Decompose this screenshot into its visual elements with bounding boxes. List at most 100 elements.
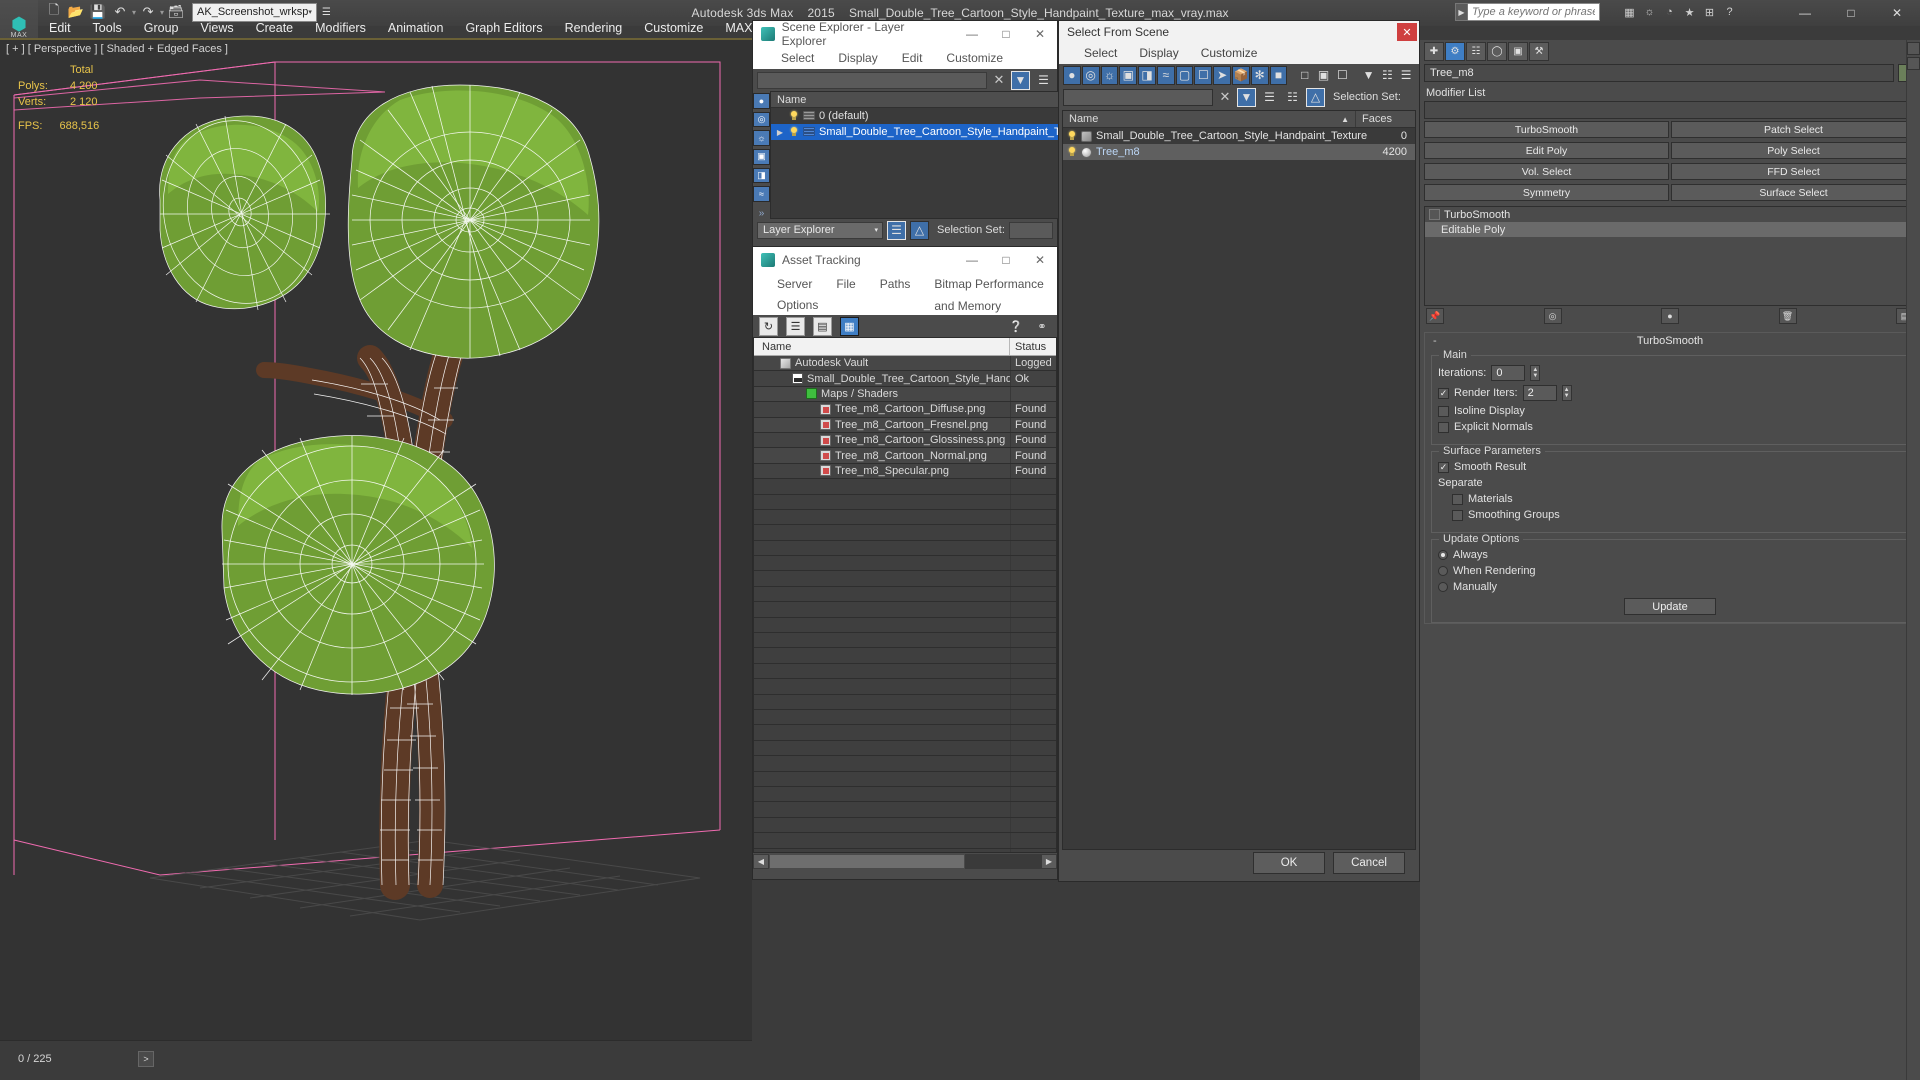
groups-filter-icon[interactable]: ▢ [1175,65,1194,85]
stack-item-editable-poly[interactable]: Editable Poly [1425,222,1915,237]
lightbulb-icon[interactable] [789,126,799,138]
layers-mode-icon[interactable]: ☷ [1283,87,1302,107]
materials-checkbox[interactable] [1452,493,1463,505]
layers-icon[interactable]: ☰ [1260,87,1279,107]
asset-row-empty[interactable] [754,786,1056,803]
layer-row-default[interactable]: 0 (default) [771,108,1090,124]
geometry-filter-icon[interactable]: ● [1063,65,1081,85]
layers-icon[interactable]: ☰ [1034,70,1053,90]
menu-create[interactable]: Create [245,19,305,38]
particle-filter-icon[interactable]: ✻ [1250,65,1269,85]
asset-row-empty[interactable] [754,756,1056,772]
asset-row-empty[interactable] [754,540,1056,557]
asset-row-empty[interactable] [754,663,1056,680]
helpers-filter-icon[interactable]: ◨ [1138,65,1156,85]
asset-row-empty[interactable] [754,817,1056,834]
menu-group[interactable]: Group [133,19,190,38]
scene-explorer-minimize-button[interactable]: — [955,21,989,47]
cameras-filter-icon[interactable]: ▣ [1119,65,1138,85]
asset-row-empty[interactable] [754,833,1056,849]
scroll-right-icon[interactable]: ▶ [1041,853,1057,869]
render-iters-spinner-arrows[interactable]: ▲ ▼ [1561,385,1572,401]
asset-tracking-maximize-button[interactable]: □ [989,247,1023,273]
show-end-result-toggle-icon[interactable] [1429,209,1440,220]
sfs-menu-select[interactable]: Select [1073,43,1128,64]
redo-dropdown-icon[interactable]: ▾ [160,8,164,17]
containers-filter-icon[interactable]: 📦 [1232,65,1250,85]
asset-row-empty[interactable] [754,740,1056,757]
explicit-normals-checkbox[interactable] [1438,421,1449,433]
sfs-object-row-group[interactable]: Small_Double_Tree_Cartoon_Style_Handpain… [1063,128,1415,144]
qat-overflow-icon[interactable]: ☰ [322,7,331,18]
layer-row-selected[interactable]: ▶ Small_Double_Tree_Cartoon_Style_Handpa… [771,124,1091,140]
asset-row[interactable]: Tree_m8_Cartoon_Normal.png Found [754,448,1056,464]
lightbulb-icon[interactable] [1067,130,1077,142]
asset-row[interactable]: Autodesk Vault Logged [754,356,1056,372]
scene-explorer-title-bar[interactable]: Scene Explorer - Layer Explorer — □ ✕ [753,20,1057,48]
smooth-result-checkbox[interactable]: ✓ [1438,461,1449,473]
selection-set-input[interactable] [1008,221,1053,239]
sort-filter-icon[interactable]: ▼ [1359,65,1378,85]
expand-all-icon[interactable]: ☷ [1378,65,1397,85]
close-icon[interactable]: ✕ [991,72,1007,88]
cameras-filter-icon[interactable]: ▣ [753,149,770,165]
motion-tab[interactable]: ◯ [1487,41,1507,61]
asset-row[interactable]: Maps / Shaders [754,386,1056,403]
scene-explorer-close-button[interactable]: ✕ [1023,21,1057,47]
scroll-panel-icon[interactable] [1907,57,1920,70]
sfs-menu-display[interactable]: Display [1128,43,1189,64]
asset-menu-server[interactable]: Server [765,273,824,295]
sfs-menu-customize[interactable]: Customize [1190,43,1269,64]
chevron-right-icon[interactable]: ▶ [775,128,785,137]
more-filters-icon[interactable]: » [759,208,765,219]
modifier-surface-select-button[interactable]: Surface Select [1671,184,1916,201]
show-end-result-icon[interactable]: ◎ [1543,308,1562,324]
utilities-tab[interactable]: ⚒ [1529,41,1549,61]
spacewarps-filter-icon[interactable]: ≈ [753,186,770,203]
remove-modifier-icon[interactable]: 🗑 [1778,308,1797,324]
sfs-column-faces[interactable]: Faces [1355,111,1415,127]
display-tab[interactable]: ▣ [1508,41,1528,61]
menu-tools[interactable]: Tools [82,19,133,38]
asset-tracking-minimize-button[interactable]: — [955,247,989,273]
menu-rendering[interactable]: Rendering [554,19,634,38]
refresh-icon[interactable]: ↻ [759,316,778,336]
asset-row[interactable]: Small_Double_Tree_Cartoon_Style_Handpain… [754,371,1056,387]
layers-mode-icon[interactable]: ☰ [887,220,906,240]
asset-row-empty[interactable] [754,633,1056,649]
asset-row-empty[interactable] [754,709,1056,726]
asset-row-empty[interactable] [754,802,1056,818]
asset-menu-bitmap-performance[interactable]: Bitmap Performance and Memory [922,273,1057,313]
grid-view-icon[interactable]: ▦ [840,316,859,336]
asset-row[interactable]: Tree_m8_Specular.png Found [754,463,1056,480]
menu-edit[interactable]: Edit [38,19,82,38]
modifier-edit-poly-button[interactable]: Edit Poly [1424,142,1669,159]
asset-horizontal-scrollbar[interactable]: ◀ ▶ [753,853,1057,869]
scene-explorer-menu-select[interactable]: Select [769,47,826,69]
asset-row-empty[interactable] [754,648,1056,664]
iterations-spinner[interactable]: 0 [1491,365,1526,381]
helpers-filter-icon[interactable]: ◨ [753,167,770,184]
asset-row-empty[interactable] [754,494,1056,510]
lightbulb-icon[interactable] [789,110,799,122]
hierarchy-icon[interactable]: △ [1306,87,1325,107]
menu-graph-editors[interactable]: Graph Editors [454,19,553,38]
modifier-patch-select-button[interactable]: Patch Select [1671,121,1916,138]
iterations-spinner-arrows[interactable]: ▲ ▼ [1530,365,1541,381]
pan-panel-icon[interactable] [1907,42,1920,55]
invert-filter-icon[interactable]: ▣ [1314,65,1333,85]
asset-menu-paths[interactable]: Paths [868,273,923,295]
lights-filter-icon[interactable]: ☼ [753,130,770,147]
asset-tracking-window[interactable]: Asset Tracking — □ ✕ Server File Paths B… [752,246,1058,880]
none-filter-icon[interactable]: □ [1295,65,1314,85]
asset-row-empty[interactable] [754,694,1056,710]
viewport-label[interactable]: [ + ] [ Perspective ] [ Shaded + Edged F… [6,43,228,55]
modifier-stack[interactable]: TurboSmooth Editable Poly [1424,206,1916,306]
scene-explorer-menu-customize[interactable]: Customize [934,47,1015,69]
isoline-display-checkbox[interactable] [1438,405,1449,417]
scene-explorer-search-input[interactable] [757,71,987,89]
modifier-poly-select-button[interactable]: Poly Select [1671,142,1916,159]
turbosmooth-rollout-header[interactable]: TurboSmooth [1425,333,1915,349]
asset-row-empty[interactable] [754,679,1056,695]
modifier-vol-select-button[interactable]: Vol. Select [1424,163,1669,180]
